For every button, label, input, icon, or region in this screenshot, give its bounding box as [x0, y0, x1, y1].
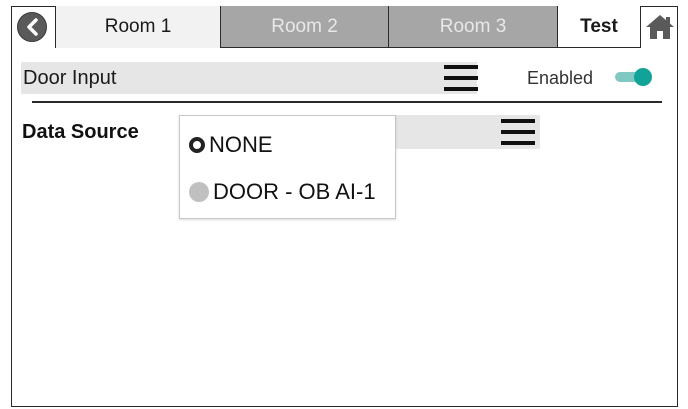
option-none-label: NONE	[209, 132, 273, 157]
tab-test-label: Test	[580, 15, 618, 37]
door-input-label: Door Input	[23, 67, 117, 89]
tab-test[interactable]: Test	[557, 6, 641, 48]
option-door-ob-ai-1[interactable]: DOOR - OB AI-1	[189, 177, 376, 207]
home-button[interactable]	[641, 6, 678, 48]
option-none[interactable]: NONE	[189, 130, 273, 160]
home-icon	[645, 15, 674, 39]
tab-room-3[interactable]: Room 3	[389, 6, 557, 48]
toggle-knob	[634, 68, 652, 86]
tab-room-3-label: Room 3	[439, 15, 507, 37]
radio-unselected-icon	[189, 182, 209, 202]
back-arrow-icon	[27, 18, 38, 36]
enabled-toggle[interactable]	[615, 68, 653, 86]
hamburger-icon[interactable]	[444, 65, 478, 98]
back-button[interactable]	[17, 12, 47, 42]
enabled-label: Enabled	[527, 68, 594, 88]
radio-selected-icon	[189, 137, 205, 153]
data-source-dropdown: NONE DOOR - OB AI-1	[179, 115, 396, 219]
data-source-field[interactable]	[396, 115, 540, 149]
data-source-label: Data Source	[22, 121, 139, 143]
door-input-row: Door Input	[21, 62, 478, 94]
tab-bar: Room 1 Room 2 Room 3 Test	[11, 6, 678, 48]
divider	[32, 101, 662, 103]
tab-room-1-label: Room 1	[104, 16, 172, 37]
tab-room-1[interactable]: Room 1	[55, 6, 221, 48]
tab-room-2[interactable]: Room 2	[221, 6, 389, 48]
tab-room-2-label: Room 2	[271, 15, 338, 37]
option-door-label: DOOR - OB AI-1	[213, 179, 376, 204]
hamburger-icon[interactable]	[501, 119, 535, 152]
